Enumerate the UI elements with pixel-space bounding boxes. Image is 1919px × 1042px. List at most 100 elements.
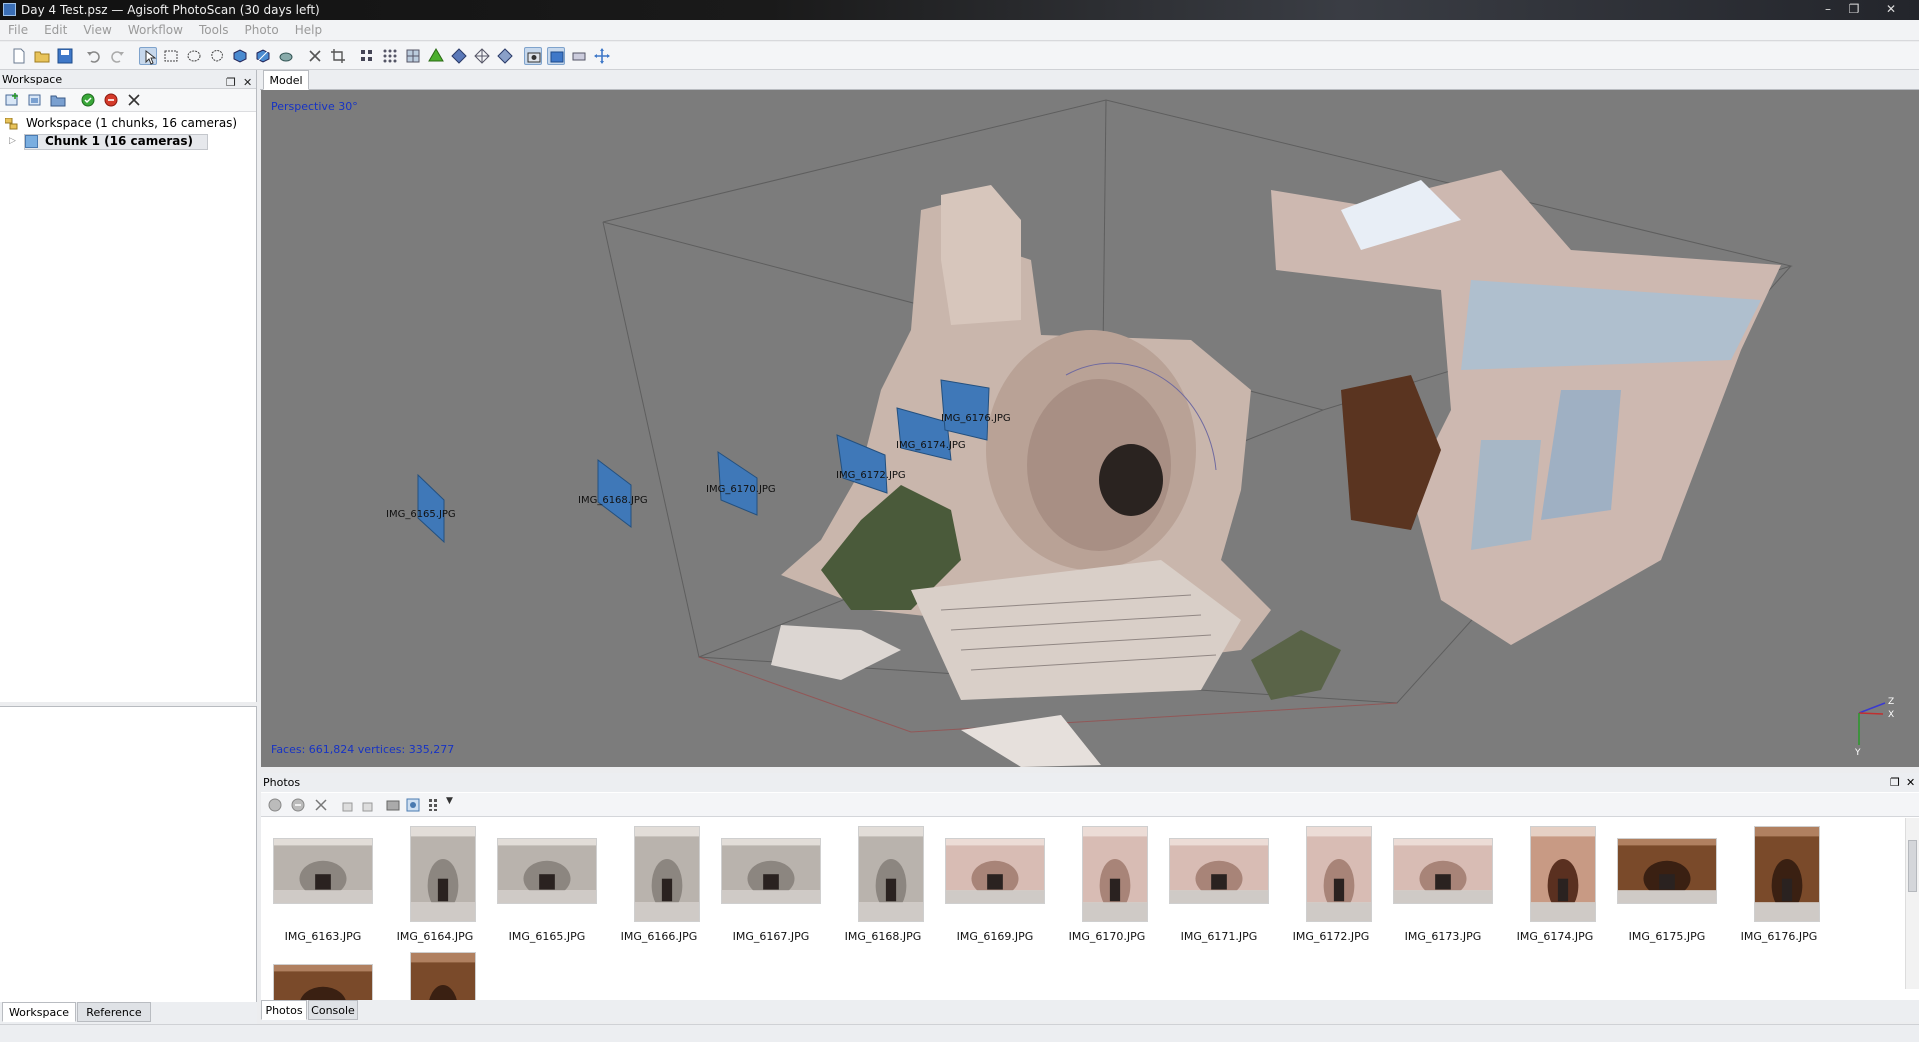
rotate-left-icon[interactable] (339, 797, 355, 813)
reset-view-icon[interactable] (593, 47, 611, 65)
status-bar (0, 1024, 1919, 1042)
rectangle-selection-icon[interactable] (162, 47, 180, 65)
new-file-icon[interactable] (10, 47, 28, 65)
workspace-tree-icon (4, 117, 18, 130)
photo-thumbnail[interactable]: IMG_6166.JPG (603, 826, 715, 946)
photo-thumbnail[interactable]: IMG_6164.JPG (379, 826, 491, 946)
enable-camera-icon[interactable] (80, 92, 96, 108)
menu-tools[interactable]: Tools (190, 20, 236, 41)
crop-selection-icon[interactable] (329, 47, 347, 65)
tab-console[interactable]: Console (308, 1000, 358, 1020)
reset-filter-icon[interactable] (405, 797, 421, 813)
add-chunk-icon[interactable] (4, 92, 20, 108)
menu-workflow[interactable]: Workflow (119, 20, 190, 41)
close-panel-icon[interactable]: ✕ (1906, 773, 1915, 792)
mask-photo-icon[interactable] (385, 797, 401, 813)
photo-thumbnail[interactable]: IMG_6167.JPG (715, 826, 827, 946)
rotate-region-icon[interactable] (254, 47, 272, 65)
photo-image (1169, 838, 1269, 904)
enable-photo-icon[interactable] (267, 797, 283, 813)
textured-model-icon[interactable] (496, 47, 514, 65)
show-cameras-icon[interactable] (524, 47, 542, 65)
camera-plane[interactable] (940, 379, 990, 441)
model-stats-label: Faces: 661,824 vertices: 335,277 (271, 743, 455, 756)
redo-icon[interactable] (108, 47, 126, 65)
save-icon[interactable] (56, 47, 74, 65)
workspace-title: Workspace (2, 73, 63, 86)
title-bar: Day 4 Test.psz — Agisoft PhotoScan (30 d… (0, 0, 1919, 20)
menu-view[interactable]: View (74, 20, 118, 41)
free-form-selection-icon[interactable] (208, 47, 226, 65)
photo-thumbnail[interactable]: IMG_6175.JPG (1611, 826, 1723, 946)
tab-workspace[interactable]: Workspace (2, 1002, 76, 1022)
photo-thumbnail[interactable]: IMG_6168.JPG (827, 826, 939, 946)
photo-thumbnail[interactable]: IMG_6170.JPG (1051, 826, 1163, 946)
disable-camera-icon[interactable] (103, 92, 119, 108)
photo-thumbnail[interactable]: IMG_6171.JPG (1163, 826, 1275, 946)
photo-thumbnail[interactable]: IMG_6174.JPG (1499, 826, 1611, 946)
tab-photos[interactable]: Photos (261, 1000, 307, 1020)
wireframe-model-icon[interactable] (473, 47, 491, 65)
navigation-tool-icon[interactable] (139, 47, 157, 65)
close-window-icon[interactable]: ✕ (1868, 1, 1914, 17)
resize-region-icon[interactable] (231, 47, 249, 65)
scrollbar-thumb[interactable] (1908, 840, 1917, 892)
circle-selection-icon[interactable] (185, 47, 203, 65)
photo-label: IMG_6168.JPG (844, 930, 922, 943)
remove-photo-icon[interactable] (313, 797, 329, 813)
add-photos-icon[interactable] (27, 92, 43, 108)
photo-thumbnails: IMG_6163.JPG IMG_6164.JPG IMG_6165.JPG IMG_… (261, 818, 1901, 1016)
photos-scrollbar[interactable] (1905, 818, 1919, 989)
delete-selection-icon[interactable] (306, 47, 324, 65)
undock-icon[interactable]: ❐ (1890, 773, 1900, 792)
expand-arrow-icon[interactable]: ▷ (9, 132, 16, 150)
camera-plane[interactable] (597, 458, 632, 529)
minimize-icon[interactable]: – (1816, 1, 1840, 17)
disable-photo-icon[interactable] (290, 797, 306, 813)
photo-image (1754, 826, 1820, 922)
model-viewport[interactable]: IMG_6165.JPG IMG_6168.JPG IMG_6170.JPG I… (261, 90, 1919, 767)
dense-cloud-icon[interactable] (404, 47, 422, 65)
solid-model-icon[interactable] (450, 47, 468, 65)
photo-image (273, 838, 373, 904)
photo-thumbnail[interactable]: IMG_6172.JPG (1275, 826, 1387, 946)
photo-thumbnail[interactable]: IMG_6169.JPG (939, 826, 1051, 946)
remove-items-icon[interactable] (126, 92, 142, 108)
model-view-canvas[interactable]: IMG_6165.JPG IMG_6168.JPG IMG_6170.JPG I… (261, 90, 1919, 767)
photo-image (721, 838, 821, 904)
photo-label: IMG_6173.JPG (1404, 930, 1482, 943)
menu-file[interactable]: File (0, 20, 35, 41)
view-mode-icon[interactable] (427, 797, 443, 813)
axis-z-label: Z (1888, 697, 1894, 707)
axis-gizmo: Z X Y (1854, 697, 1894, 758)
show-region-icon[interactable] (547, 47, 565, 65)
undo-icon[interactable] (85, 47, 103, 65)
restore-icon[interactable]: ❐ (1842, 1, 1866, 17)
open-folder-icon[interactable] (33, 47, 51, 65)
photo-image (410, 826, 476, 922)
app-icon (3, 3, 16, 16)
workspace-root-node[interactable]: Workspace (1 chunks, 16 cameras) (0, 114, 256, 132)
rotate-object-icon[interactable] (277, 47, 295, 65)
tab-model[interactable]: Model (263, 70, 309, 90)
camera-label: IMG_6170.JPG (706, 484, 776, 495)
menu-photo[interactable]: Photo (236, 20, 286, 41)
photo-thumbnail[interactable]: IMG_6163.JPG (267, 826, 379, 946)
photo-thumbnail[interactable]: IMG_6165.JPG (491, 826, 603, 946)
menu-edit[interactable]: Edit (35, 20, 74, 41)
properties-panel (0, 706, 257, 1002)
main-toolbar (0, 42, 1919, 70)
menu-help[interactable]: Help (286, 20, 329, 41)
photo-thumbnail[interactable]: IMG_6176.JPG (1723, 826, 1835, 946)
view-mode-dropdown-icon[interactable]: ▼ (446, 796, 453, 806)
tab-reference[interactable]: Reference (77, 1002, 151, 1022)
shaded-model-icon[interactable] (427, 47, 445, 65)
photo-label: IMG_6171.JPG (1180, 930, 1258, 943)
photo-thumbnail[interactable]: IMG_6173.JPG (1387, 826, 1499, 946)
chunk-node[interactable]: ▷ Chunk 1 (16 cameras) (0, 132, 256, 150)
show-points-icon[interactable] (381, 47, 399, 65)
show-info-icon[interactable] (570, 47, 588, 65)
rotate-right-icon[interactable] (359, 797, 375, 813)
add-folder-icon[interactable] (50, 92, 66, 108)
show-cameras-grid-icon[interactable] (358, 47, 376, 65)
